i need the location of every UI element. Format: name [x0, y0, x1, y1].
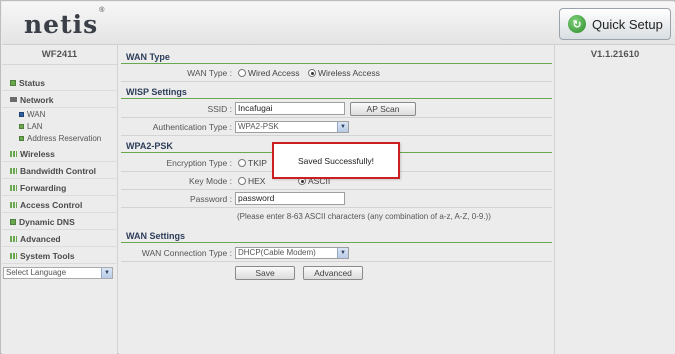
chevron-down-icon: ▼	[337, 122, 348, 132]
radio-wireless-access[interactable]: Wireless Access	[308, 68, 380, 78]
ssid-input[interactable]: Incafugai	[235, 102, 345, 115]
chevron-down-icon: ▼	[101, 268, 112, 278]
router-admin-window: netis® ↻ Quick Setup WF2411 Status Netwo…	[0, 0, 675, 354]
lan-icon	[19, 124, 24, 129]
dynamic-dns-icon	[10, 218, 16, 225]
language-select[interactable]: Select Language ▼	[3, 267, 113, 279]
chevron-down-icon: ▼	[337, 248, 348, 258]
refresh-icon: ↻	[568, 15, 586, 33]
section-wan-type: WAN Type	[121, 50, 552, 64]
wan-type-label: WAN Type :	[187, 68, 232, 78]
quick-setup-button[interactable]: ↻ Quick Setup	[559, 8, 671, 40]
network-icon	[10, 97, 17, 102]
forwarding-icon	[10, 184, 17, 191]
saved-success-message: Saved Successfully!	[297, 155, 375, 166]
main-panel: WAN Type WAN Type : Wired Access Wireles…	[119, 45, 554, 354]
system-tools-icon	[10, 252, 17, 259]
wireless-icon	[10, 150, 17, 157]
status-icon	[10, 79, 16, 86]
header-bar: netis® ↻ Quick Setup	[2, 2, 675, 45]
sidebar-item-wireless[interactable]: Wireless	[2, 146, 118, 162]
quick-setup-label: Quick Setup	[592, 16, 663, 32]
wan-icon	[19, 112, 24, 117]
address-reservation-icon	[19, 136, 24, 141]
sidebar-subitem-lan[interactable]: LAN	[2, 121, 118, 132]
sidebar-item-dynamic-dns[interactable]: Dynamic DNS	[2, 214, 118, 230]
encryption-label: Encryption Type :	[166, 158, 232, 168]
sidebar-subitem-wan[interactable]: WAN	[2, 109, 118, 120]
row-ssid: SSID : Incafugai AP Scan	[121, 101, 552, 118]
radio-icon	[238, 69, 246, 77]
sidebar-item-system-tools[interactable]: System Tools	[2, 248, 118, 264]
row-wan-type: WAN Type : Wired Access Wireless Access	[121, 65, 552, 82]
save-button[interactable]: Save	[235, 266, 295, 280]
ap-scan-button[interactable]: AP Scan	[350, 102, 416, 116]
password-input[interactable]: password	[235, 192, 345, 205]
password-label: Password :	[189, 194, 232, 204]
advanced-button[interactable]: Advanced	[303, 266, 363, 280]
wan-connection-select[interactable]: DHCP(Cable Modem) ▼	[235, 247, 349, 259]
radio-hex[interactable]: HEX	[238, 176, 265, 186]
sidebar-item-status[interactable]: Status	[2, 75, 118, 91]
row-auth-type: Authentication Type : WPA2-PSK ▼	[121, 119, 552, 136]
key-mode-label: Key Mode :	[189, 176, 232, 186]
sidebar-subitem-address-reservation[interactable]: Address Reservation	[2, 133, 118, 144]
sidebar-item-access-control[interactable]: Access Control	[2, 197, 118, 213]
row-wan-connection: WAN Connection Type : DHCP(Cable Modem) …	[121, 245, 552, 262]
radio-wired-access[interactable]: Wired Access	[238, 68, 300, 78]
radio-icon	[238, 177, 246, 185]
ssid-label: SSID :	[207, 104, 232, 114]
section-wisp-settings: WISP Settings	[121, 85, 552, 99]
section-wan-settings: WAN Settings	[121, 229, 552, 243]
sidebar-item-network[interactable]: Network	[2, 92, 118, 108]
radio-icon	[238, 159, 246, 167]
auth-type-select[interactable]: WPA2-PSK ▼	[235, 121, 349, 133]
sidebar: WF2411 Status Network WAN LAN Address Re…	[2, 45, 118, 354]
version-panel: V1.1.21610	[554, 45, 675, 354]
access-control-icon	[10, 201, 17, 208]
sidebar-item-bandwidth-control[interactable]: Bandwidth Control	[2, 163, 118, 179]
auth-type-label: Authentication Type :	[152, 122, 232, 132]
password-hint: (Please enter 8-63 ASCII characters (any…	[237, 212, 491, 221]
row-password: Password : password	[121, 191, 552, 208]
radio-tkip[interactable]: TKIP	[238, 158, 267, 168]
firmware-version: V1.1.21610	[590, 49, 640, 60]
model-name: WF2411	[2, 45, 117, 65]
bandwidth-icon	[10, 167, 17, 174]
saved-success-dialog: Saved Successfully!	[272, 142, 400, 179]
sidebar-item-advanced[interactable]: Advanced	[2, 231, 118, 247]
wan-connection-label: WAN Connection Type :	[141, 248, 232, 258]
radio-selected-icon	[308, 69, 316, 77]
advanced-icon	[10, 235, 17, 242]
netis-logo: netis®	[24, 6, 106, 39]
sidebar-item-forwarding[interactable]: Forwarding	[2, 180, 118, 196]
